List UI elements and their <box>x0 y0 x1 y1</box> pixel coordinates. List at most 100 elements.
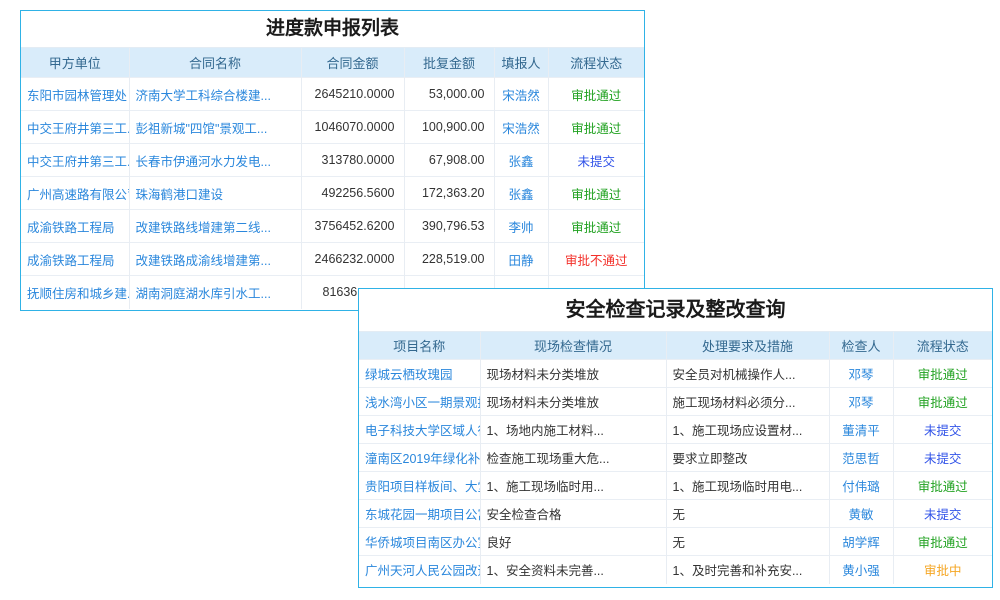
inspector-name[interactable]: 黄敏 <box>829 500 893 528</box>
project-name-link[interactable]: 广州天河人民公园改造工 <box>359 556 480 584</box>
workflow-status: 审批通过 <box>548 78 644 111</box>
inspector-name[interactable]: 黄小强 <box>829 556 893 584</box>
column-header-1: 合同名称 <box>129 48 301 78</box>
table-row: 成渝铁路工程局改建铁路线增建第二线...3756452.6200390,796.… <box>21 210 644 243</box>
workflow-status: 审批通过 <box>893 528 992 556</box>
contract-name-link[interactable]: 彭祖新城"四馆"景观工... <box>129 111 301 144</box>
handling-measures: 1、及时完善和补充安... <box>666 556 829 584</box>
project-name-link[interactable]: 东城花园一期项目公寓大 <box>359 500 480 528</box>
project-name-link[interactable]: 浅水湾小区一期景观提升 <box>359 388 480 416</box>
progress-payment-header-row: 甲方单位合同名称合同金额批复金额填报人流程状态 <box>21 48 644 78</box>
contract-amount: 3756452.6200 <box>301 210 404 243</box>
progress-payment-table: 甲方单位合同名称合同金额批复金额填报人流程状态 东阳市园林管理处济南大学工科综合… <box>21 47 644 309</box>
column-header-4: 流程状态 <box>893 332 992 360</box>
table-row: 东阳市园林管理处济南大学工科综合楼建...2645210.000053,000.… <box>21 78 644 111</box>
inspector-name[interactable]: 董清平 <box>829 416 893 444</box>
filler-name[interactable]: 宋浩然 <box>494 111 548 144</box>
inspector-name[interactable]: 胡学辉 <box>829 528 893 556</box>
project-name-link[interactable]: 潼南区2019年绿化补贴项 <box>359 444 480 472</box>
column-header-1: 现场检查情况 <box>480 332 666 360</box>
contract-amount: 313780.0000 <box>301 144 404 177</box>
approved-amount: 172,363.20 <box>404 177 494 210</box>
site-inspection: 现场材料未分类堆放 <box>480 388 666 416</box>
progress-payment-panel: 进度款申报列表 甲方单位合同名称合同金额批复金额填报人流程状态 东阳市园林管理处… <box>20 10 645 311</box>
table-row: 绿城云栖玫瑰园现场材料未分类堆放安全员对机械操作人...邓琴审批通过 <box>359 360 992 388</box>
contract-name-link[interactable]: 济南大学工科综合楼建... <box>129 78 301 111</box>
table-row: 广州天河人民公园改造工1、安全资料未完善...1、及时完善和补充安...黄小强审… <box>359 556 992 584</box>
handling-measures: 无 <box>666 528 829 556</box>
table-row: 贵阳项目样板间、大堂、1、施工现场临时用...1、施工现场临时用电...付伟璐审… <box>359 472 992 500</box>
table-row: 东城花园一期项目公寓大安全检查合格无黄敏未提交 <box>359 500 992 528</box>
table-row: 中交王府井第三工...长春市伊通河水力发电...313780.000067,90… <box>21 144 644 177</box>
progress-payment-title: 进度款申报列表 <box>21 11 644 47</box>
party-a-unit-link[interactable]: 中交王府井第三工... <box>21 111 129 144</box>
site-inspection: 1、场地内施工材料... <box>480 416 666 444</box>
approved-amount: 228,519.00 <box>404 243 494 276</box>
safety-inspection-header-row: 项目名称现场检查情况处理要求及措施检查人流程状态 <box>359 332 992 360</box>
workflow-status: 审批通过 <box>893 388 992 416</box>
workflow-status: 审批中 <box>893 556 992 584</box>
handling-measures: 无 <box>666 500 829 528</box>
column-header-3: 检查人 <box>829 332 893 360</box>
table-row: 潼南区2019年绿化补贴项检查施工现场重大危...要求立即整改范思哲未提交 <box>359 444 992 472</box>
handling-measures: 要求立即整改 <box>666 444 829 472</box>
contract-name-link[interactable]: 改建铁路线增建第二线... <box>129 210 301 243</box>
workflow-status: 审批通过 <box>548 177 644 210</box>
filler-name[interactable]: 李帅 <box>494 210 548 243</box>
site-inspection: 1、安全资料未完善... <box>480 556 666 584</box>
filler-name[interactable]: 宋浩然 <box>494 78 548 111</box>
project-name-link[interactable]: 华侨城项目南区办公室内 <box>359 528 480 556</box>
contract-amount: 1046070.0000 <box>301 111 404 144</box>
party-a-unit-link[interactable]: 成渝铁路工程局 <box>21 243 129 276</box>
workflow-status: 审批不通过 <box>548 243 644 276</box>
party-a-unit-link[interactable]: 东阳市园林管理处 <box>21 78 129 111</box>
approved-amount: 100,900.00 <box>404 111 494 144</box>
site-inspection: 安全检查合格 <box>480 500 666 528</box>
approved-amount: 53,000.00 <box>404 78 494 111</box>
approved-amount: 390,796.53 <box>404 210 494 243</box>
column-header-3: 批复金额 <box>404 48 494 78</box>
party-a-unit-link[interactable]: 成渝铁路工程局 <box>21 210 129 243</box>
handling-measures: 1、施工现场应设置材... <box>666 416 829 444</box>
inspector-name[interactable]: 付伟璐 <box>829 472 893 500</box>
column-header-5: 流程状态 <box>548 48 644 78</box>
table-row: 中交王府井第三工...彭祖新城"四馆"景观工...1046070.0000100… <box>21 111 644 144</box>
inspector-name[interactable]: 邓琴 <box>829 388 893 416</box>
workflow-status: 审批通过 <box>548 210 644 243</box>
site-inspection: 检查施工现场重大危... <box>480 444 666 472</box>
party-a-unit-link[interactable]: 广州高速路有限公司 <box>21 177 129 210</box>
party-a-unit-link[interactable]: 中交王府井第三工... <box>21 144 129 177</box>
project-name-link[interactable]: 电子科技大学区域人行道 <box>359 416 480 444</box>
workflow-status: 未提交 <box>893 444 992 472</box>
contract-name-link[interactable]: 长春市伊通河水力发电... <box>129 144 301 177</box>
workflow-status: 审批通过 <box>893 472 992 500</box>
contract-name-link[interactable]: 湖南洞庭湖水库引水工... <box>129 276 301 309</box>
workflow-status: 未提交 <box>893 500 992 528</box>
approved-amount: 67,908.00 <box>404 144 494 177</box>
column-header-2: 合同金额 <box>301 48 404 78</box>
site-inspection: 现场材料未分类堆放 <box>480 360 666 388</box>
filler-name[interactable]: 张鑫 <box>494 177 548 210</box>
contract-name-link[interactable]: 珠海鹤港口建设 <box>129 177 301 210</box>
safety-inspection-title: 安全检查记录及整改查询 <box>359 289 992 331</box>
safety-inspection-table: 项目名称现场检查情况处理要求及措施检查人流程状态 绿城云栖玫瑰园现场材料未分类堆… <box>359 331 992 584</box>
workflow-status: 审批通过 <box>548 111 644 144</box>
project-name-link[interactable]: 贵阳项目样板间、大堂、 <box>359 472 480 500</box>
workflow-status: 审批通过 <box>893 360 992 388</box>
inspector-name[interactable]: 邓琴 <box>829 360 893 388</box>
project-name-link[interactable]: 绿城云栖玫瑰园 <box>359 360 480 388</box>
table-row: 电子科技大学区域人行道1、场地内施工材料...1、施工现场应设置材...董清平未… <box>359 416 992 444</box>
contract-amount: 492256.5600 <box>301 177 404 210</box>
filler-name[interactable]: 田静 <box>494 243 548 276</box>
column-header-0: 项目名称 <box>359 332 480 360</box>
column-header-4: 填报人 <box>494 48 548 78</box>
site-inspection: 1、施工现场临时用... <box>480 472 666 500</box>
table-row: 华侨城项目南区办公室内良好无胡学辉审批通过 <box>359 528 992 556</box>
filler-name[interactable]: 张鑫 <box>494 144 548 177</box>
inspector-name[interactable]: 范思哲 <box>829 444 893 472</box>
handling-measures: 施工现场材料必须分... <box>666 388 829 416</box>
table-row: 广州高速路有限公司珠海鹤港口建设492256.5600172,363.20张鑫审… <box>21 177 644 210</box>
contract-name-link[interactable]: 改建铁路成渝线增建第... <box>129 243 301 276</box>
party-a-unit-link[interactable]: 抚顺住房和城乡建... <box>21 276 129 309</box>
handling-measures: 安全员对机械操作人... <box>666 360 829 388</box>
